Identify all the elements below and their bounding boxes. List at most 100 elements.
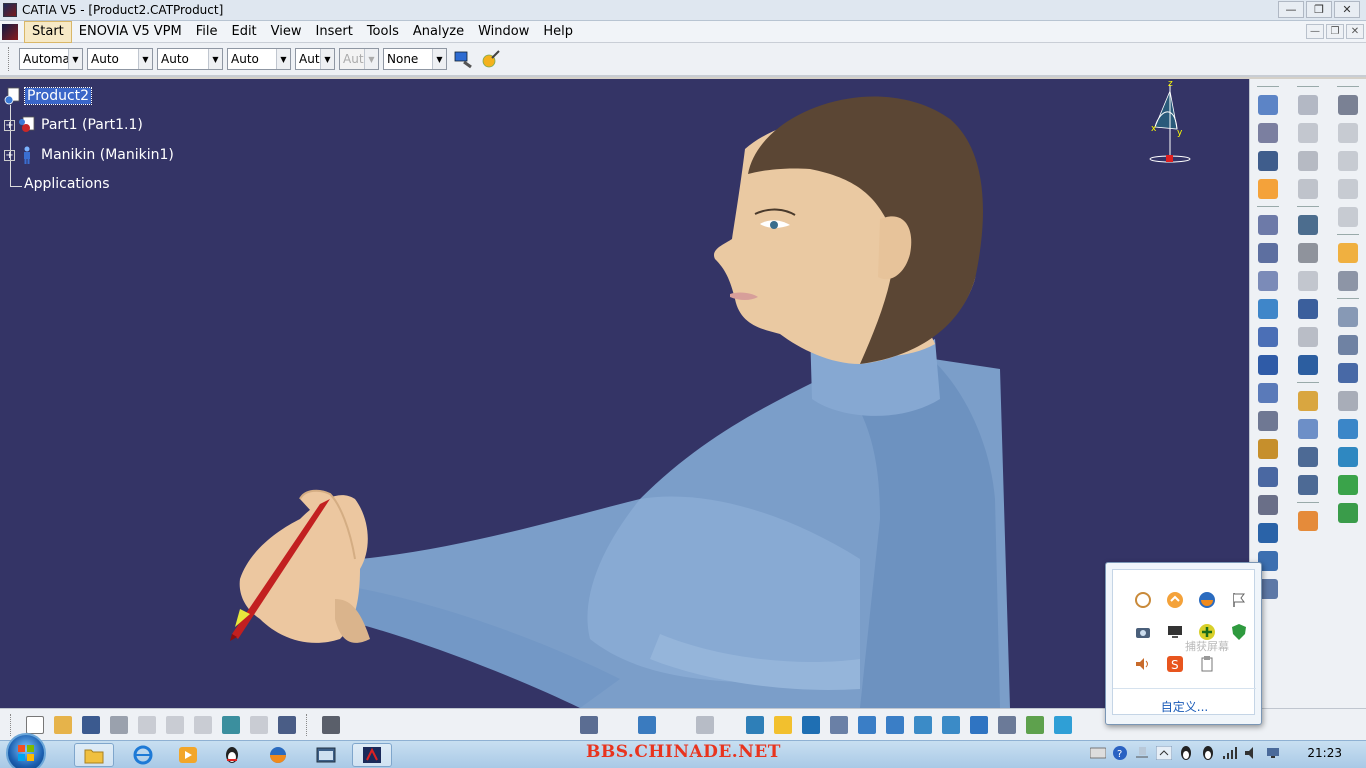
- posture-editor-icon[interactable]: [1255, 120, 1281, 146]
- iso-view-icon[interactable]: [966, 712, 992, 738]
- qq-tray-icon-2[interactable]: [1199, 744, 1217, 762]
- graphic-properties-button[interactable]: [479, 47, 503, 71]
- menu-view[interactable]: View: [264, 21, 309, 43]
- anchor-icon[interactable]: [1295, 212, 1321, 238]
- table-edit-icon[interactable]: [1335, 176, 1361, 202]
- product-info-icon[interactable]: [1295, 416, 1321, 442]
- clash-icon[interactable]: [1295, 176, 1321, 202]
- minimize-button[interactable]: —: [1278, 1, 1304, 18]
- insert-green-icon[interactable]: [1335, 472, 1361, 498]
- text-icon[interactable]: [1255, 408, 1281, 434]
- show-hidden-icons-button[interactable]: [1155, 744, 1173, 762]
- start-button[interactable]: [6, 733, 46, 768]
- open-icon[interactable]: [50, 712, 76, 738]
- swap-icon[interactable]: [1255, 352, 1281, 378]
- zoom-in-icon[interactable]: [854, 712, 880, 738]
- zoom-out-icon[interactable]: [882, 712, 908, 738]
- paste-icon[interactable]: [190, 712, 216, 738]
- network-icon[interactable]: [1295, 352, 1321, 378]
- camera-icon[interactable]: [318, 712, 344, 738]
- tray-customize-link[interactable]: 自定义...: [1113, 688, 1256, 715]
- measure-icon[interactable]: [1295, 240, 1321, 266]
- copy-layout-icon[interactable]: [1335, 120, 1361, 146]
- 3d-viewport[interactable]: x y z Product2 + Part1 (Part1.1) + Manik…: [0, 79, 1249, 708]
- taskbar-screen-app[interactable]: [306, 743, 346, 767]
- firefox-icon[interactable]: [1191, 584, 1223, 616]
- refresh-icon[interactable]: [692, 712, 718, 738]
- constraint-icon[interactable]: [1255, 240, 1281, 266]
- annotation-icon[interactable]: [1335, 304, 1361, 330]
- vision-icon[interactable]: [1255, 268, 1281, 294]
- forward-kinematics-icon[interactable]: [1255, 148, 1281, 174]
- scan-icon[interactable]: [1335, 388, 1361, 414]
- tree-node-product2[interactable]: Product2: [4, 87, 93, 105]
- table-icon[interactable]: [1335, 148, 1361, 174]
- volume-icon[interactable]: [1127, 648, 1159, 680]
- snap-icon[interactable]: [1255, 380, 1281, 406]
- menu-help[interactable]: Help: [536, 21, 580, 43]
- layer-filter-icon[interactable]: [634, 712, 660, 738]
- doc-close-button[interactable]: ✕: [1346, 24, 1364, 39]
- inverse-kinematics-icon[interactable]: [1255, 176, 1281, 202]
- sync-icon[interactable]: [1295, 324, 1321, 350]
- rotate-icon[interactable]: [826, 712, 852, 738]
- fill-color-combo[interactable]: Automa ▼: [19, 48, 83, 70]
- fit-all-icon[interactable]: [1335, 444, 1361, 470]
- network-status-icon[interactable]: [1265, 744, 1283, 762]
- close-button[interactable]: ✕: [1334, 1, 1360, 18]
- settings-gear-icon[interactable]: [1255, 492, 1281, 518]
- maximize-button[interactable]: ❐: [1306, 1, 1332, 18]
- signal-icon[interactable]: [1221, 744, 1239, 762]
- table-export-icon[interactable]: [1335, 204, 1361, 230]
- expand-icon[interactable]: +: [4, 149, 15, 161]
- speaker-icon[interactable]: [1243, 744, 1261, 762]
- link-icon[interactable]: [1295, 296, 1321, 322]
- doc-restore-button[interactable]: ❐: [1326, 24, 1344, 39]
- redo-icon[interactable]: [246, 712, 272, 738]
- rendering-style-combo[interactable]: Aut ▼: [339, 48, 379, 70]
- gear-icon[interactable]: [1335, 92, 1361, 118]
- menu-window[interactable]: Window: [471, 21, 536, 43]
- flag-note-icon[interactable]: [1335, 360, 1361, 386]
- shading-icon[interactable]: [1335, 416, 1361, 442]
- hide-show-icon[interactable]: [994, 712, 1020, 738]
- shading-style-icon[interactable]: [1050, 712, 1076, 738]
- taskbar-ie[interactable]: [123, 743, 163, 767]
- tree-node-applications[interactable]: Applications: [22, 176, 112, 192]
- catalog-icon[interactable]: [1255, 436, 1281, 462]
- tree-expand-icon[interactable]: [1295, 444, 1321, 470]
- hierarchy-icon[interactable]: [1255, 520, 1281, 546]
- box-open-icon[interactable]: [1295, 388, 1321, 414]
- cube-icon[interactable]: [1295, 120, 1321, 146]
- save-icon[interactable]: [78, 712, 104, 738]
- catia-app-icon[interactable]: [3, 3, 17, 17]
- fit-all-in-icon[interactable]: [770, 712, 796, 738]
- up-arrow-badge-icon[interactable]: [1159, 584, 1191, 616]
- export-green-icon[interactable]: [1335, 500, 1361, 526]
- flag-icon[interactable]: [1223, 584, 1255, 616]
- taskbar-catia[interactable]: [352, 743, 392, 767]
- copy-icon[interactable]: [162, 712, 188, 738]
- manikin-tool-icon[interactable]: [1255, 92, 1281, 118]
- tree-node-part1[interactable]: + Part1 (Part1.1): [4, 116, 145, 134]
- point-symbol-combo[interactable]: Aut ▼: [295, 48, 335, 70]
- taskbar-qq[interactable]: [212, 743, 252, 767]
- toolbar-grip[interactable]: [8, 47, 11, 71]
- expand-icon[interactable]: +: [4, 119, 15, 131]
- language-bar-icon[interactable]: [1133, 744, 1151, 762]
- menu-edit[interactable]: Edit: [224, 21, 263, 43]
- swap-visible-icon[interactable]: [1022, 712, 1048, 738]
- tree-collapse-icon[interactable]: [1295, 472, 1321, 498]
- fasten-icon[interactable]: [1295, 148, 1321, 174]
- grid-icon[interactable]: [1295, 268, 1321, 294]
- whats-this-icon[interactable]: [274, 712, 300, 738]
- transparency-combo[interactable]: Auto ▼: [87, 48, 153, 70]
- select-mode-icon[interactable]: [1335, 268, 1361, 294]
- taskbar-media[interactable]: [168, 743, 208, 767]
- line-type-combo[interactable]: Auto ▼: [227, 48, 291, 70]
- layer-combo[interactable]: None ▼: [383, 48, 447, 70]
- pan-icon[interactable]: [798, 712, 824, 738]
- undo-icon[interactable]: [218, 712, 244, 738]
- multi-view-icon[interactable]: [938, 712, 964, 738]
- tree-node-manikin[interactable]: + Manikin (Manikin1): [4, 146, 176, 164]
